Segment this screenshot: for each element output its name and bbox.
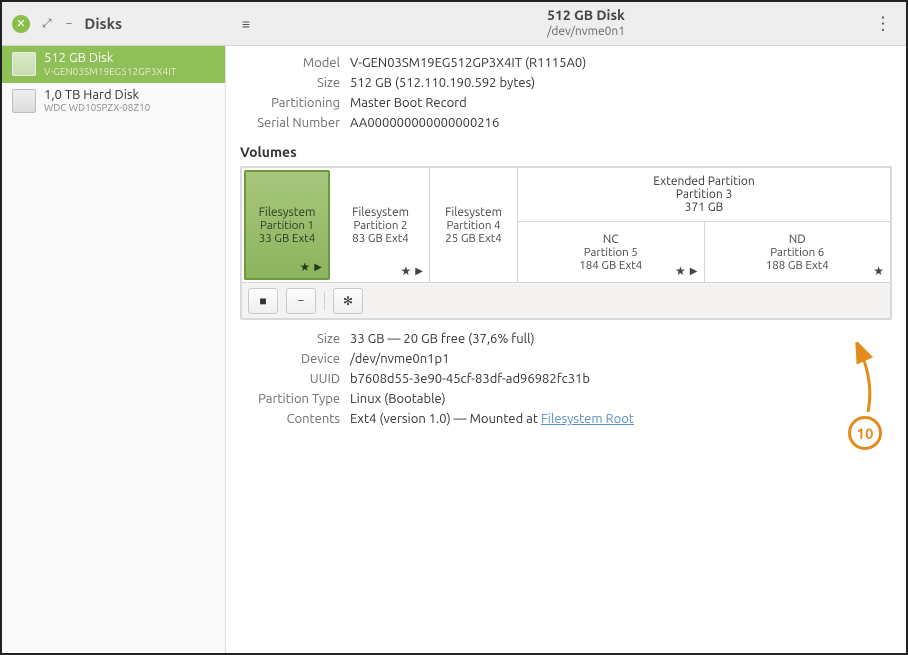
unmount-button[interactable]: ■ — [248, 288, 278, 314]
kebab-menu-button[interactable]: ⋮ — [874, 13, 892, 34]
window-controls: ⤢ − — [42, 17, 72, 31]
star-icon: ★ — [873, 264, 884, 278]
value-partitioning: Master Boot Record — [350, 96, 892, 110]
volume-partition-5[interactable]: NC Partition 5 184 GB Ext4 ★▶ — [518, 222, 705, 282]
volume-partition-2[interactable]: Filesystem Partition 2 83 GB Ext4 ★▶ — [332, 168, 430, 282]
star-icon: ★ — [401, 264, 412, 278]
volume-partition-1[interactable]: Filesystem Partition 1 33 GB Ext4 ★▶ — [244, 170, 330, 280]
sidebar-disk-sub: WDC WD10SPZX-08Z10 — [44, 102, 150, 113]
main-panel: Model V-GEN03SM19EG512GP3X4IT (R1115A0) … — [226, 46, 906, 653]
value-ptype: Linux (Bootable) — [350, 392, 892, 406]
app-window: ✕ ⤢ − Disks ≡ 512 GB Disk /dev/nvme0n1 ⋮… — [0, 0, 908, 655]
sidebar-disk-item[interactable]: 1,0 TB Hard Disk WDC WD10SPZX-08Z10 — [2, 83, 225, 120]
label-serial: Serial Number — [240, 116, 340, 130]
titlebar: ✕ ⤢ − Disks ≡ 512 GB Disk /dev/nvme0n1 ⋮ — [2, 2, 906, 46]
titlebar-device: /dev/nvme0n1 — [547, 25, 625, 38]
value-puuid: b7608d55-3e90-45cf-83df-ad96982fc31b — [350, 372, 892, 386]
volume-partition-6[interactable]: ND Partition 6 188 GB Ext4 ★ — [705, 222, 891, 282]
value-serial: AA000000000000000216 — [350, 116, 892, 130]
delete-partition-button[interactable]: − — [286, 288, 316, 314]
volume-map: Filesystem Partition 1 33 GB Ext4 ★▶ Fil… — [242, 168, 890, 282]
sidebar-disk-name: 512 GB Disk — [44, 52, 176, 66]
sidebar-disk-name: 1,0 TB Hard Disk — [44, 89, 150, 103]
sidebar-disk-item[interactable]: 512 GB Disk V-GEN03SM19EG512GP3X4IT — [2, 46, 225, 83]
label-psize: Size — [240, 332, 340, 346]
volume-extended-header[interactable]: Extended Partition Partition 3 371 GB — [518, 168, 890, 222]
restore-button[interactable]: − — [66, 17, 73, 31]
disk-icon — [12, 52, 36, 76]
close-button[interactable]: ✕ — [12, 15, 30, 33]
value-psize: 33 GB — 20 GB free (37,6% full) — [350, 332, 892, 346]
label-size: Size — [240, 76, 340, 90]
star-icon: ★ — [300, 260, 311, 274]
sidebar-disk-sub: V-GEN03SM19EG512GP3X4IT — [44, 66, 176, 77]
volume-partition-4[interactable]: Filesystem Partition 4 25 GB Ext4 — [430, 168, 518, 282]
label-ptype: Partition Type — [240, 392, 340, 406]
label-model: Model — [240, 56, 340, 70]
volume-toolbar: ■ − ✻ — [242, 282, 890, 318]
gear-icon: ✻ — [343, 294, 353, 308]
value-model: V-GEN03SM19EG512GP3X4IT (R1115A0) — [350, 56, 892, 70]
label-puuid: UUID — [240, 372, 340, 386]
value-pdevice: /dev/nvme0n1p1 — [350, 352, 892, 366]
disk-properties: Model V-GEN03SM19EG512GP3X4IT (R1115A0) … — [240, 56, 892, 130]
play-icon: ▶ — [314, 261, 322, 273]
label-partitioning: Partitioning — [240, 96, 340, 110]
titlebar-disk-title: 512 GB Disk — [266, 7, 906, 24]
star-icon: ★ — [675, 264, 686, 278]
volume-extended: Extended Partition Partition 3 371 GB NC… — [518, 168, 890, 282]
titlebar-center: 512 GB Disk /dev/nvme0n1 — [266, 7, 906, 39]
app-menu-button[interactable]: ≡ — [226, 16, 266, 32]
volumes-title: Volumes — [240, 144, 892, 160]
play-icon: ▶ — [690, 265, 698, 277]
disk-icon — [12, 89, 36, 113]
toolbar-separator — [324, 292, 325, 310]
label-pcontents: Contents — [240, 412, 340, 426]
label-pdevice: Device — [240, 352, 340, 366]
app-title: Disks — [84, 15, 122, 32]
titlebar-left: ✕ ⤢ − Disks — [2, 15, 226, 33]
sidebar: 512 GB Disk V-GEN03SM19EG512GP3X4IT 1,0 … — [2, 46, 226, 653]
volumes-container: Filesystem Partition 1 33 GB Ext4 ★▶ Fil… — [240, 166, 892, 320]
filesystem-root-link[interactable]: Filesystem Root — [541, 412, 634, 426]
volume-settings-button[interactable]: ✻ — [333, 288, 363, 314]
partition-properties: Size 33 GB — 20 GB free (37,6% full) Dev… — [240, 332, 892, 426]
value-pcontents: Ext4 (version 1.0) — Mounted at Filesyst… — [350, 412, 892, 426]
minimize-button[interactable]: ⤢ — [42, 17, 52, 31]
value-size: 512 GB (512.110.190.592 bytes) — [350, 76, 892, 90]
play-icon: ▶ — [415, 265, 423, 277]
